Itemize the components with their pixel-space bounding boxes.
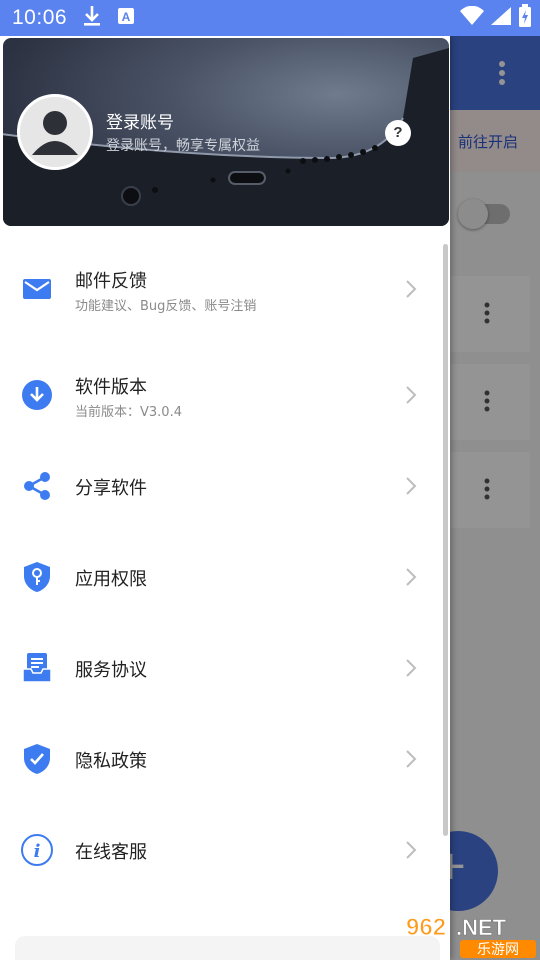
menu-item-title: 在线客服 <box>75 842 147 863</box>
share-icon <box>20 469 54 503</box>
battery-charging-icon <box>518 4 532 32</box>
drawer-scrollbar[interactable] <box>443 244 448 836</box>
navigation-drawer: 登录账号 登录账号，畅享专属权益 ? 邮件反馈 功能建议、Bug反馈、账号注销 … <box>0 36 450 960</box>
menu-item-subtitle: 功能建议、Bug反馈、账号注销 <box>75 299 257 314</box>
watermark-logo: 962 .NET 乐游网 <box>406 914 536 958</box>
chevron-right-icon <box>406 568 417 586</box>
menu-item-online-support[interactable]: i 在线客服 <box>0 810 440 890</box>
document-inbox-icon <box>20 651 54 685</box>
menu-item-title: 软件版本 <box>75 377 147 398</box>
menu-item-title: 服务协议 <box>75 660 147 681</box>
avatar[interactable] <box>17 94 93 170</box>
menu-item-service-agreement[interactable]: 服务协议 <box>0 628 440 708</box>
menu-item-email-feedback[interactable]: 邮件反馈 功能建议、Bug反馈、账号注销 <box>0 249 440 329</box>
help-button[interactable]: ? <box>385 120 411 146</box>
svg-text:962: 962 <box>406 914 446 941</box>
login-subtitle: 登录账号，畅享专属权益 <box>106 138 260 154</box>
chevron-right-icon <box>406 280 417 298</box>
svg-text:i: i <box>34 841 41 862</box>
menu-item-privacy-policy[interactable]: 隐私政策 <box>0 719 440 799</box>
chevron-right-icon <box>406 477 417 495</box>
menu-item-app-permissions[interactable]: 应用权限 <box>0 537 440 617</box>
chevron-right-icon <box>406 659 417 677</box>
chevron-right-icon <box>406 750 417 768</box>
status-time: 10:06 <box>12 6 68 29</box>
menu-item-subtitle: 当前版本：V3.0.4 <box>75 405 182 420</box>
wifi-icon <box>460 5 484 30</box>
mail-icon <box>20 272 54 306</box>
shield-check-icon <box>20 742 54 776</box>
status-bar: 10:06 A <box>0 0 540 36</box>
shield-key-icon <box>20 560 54 594</box>
menu-item-title: 应用权限 <box>75 569 147 590</box>
svg-text:.NET: .NET <box>456 915 507 940</box>
menu-item-software-version[interactable]: 软件版本 当前版本：V3.0.4 <box>0 355 440 435</box>
menu-item-title: 隐私政策 <box>75 751 147 772</box>
keyboard-a-icon: A <box>117 7 135 29</box>
drawer-bottom-card <box>15 936 440 960</box>
menu-item-title: 邮件反馈 <box>75 271 147 292</box>
chevron-right-icon <box>406 841 417 859</box>
download-circle-icon <box>20 378 54 412</box>
signal-icon <box>490 6 512 30</box>
menu-item-share[interactable]: 分享软件 <box>0 446 440 526</box>
drawer-header[interactable]: 登录账号 登录账号，畅享专属权益 ? <box>3 38 449 226</box>
svg-text:A: A <box>122 10 131 24</box>
chevron-right-icon <box>406 386 417 404</box>
svg-text:乐游网: 乐游网 <box>477 942 519 958</box>
info-icon: i <box>20 833 54 867</box>
login-title[interactable]: 登录账号 <box>106 108 174 133</box>
download-icon <box>83 5 101 31</box>
menu-item-title: 分享软件 <box>75 478 147 499</box>
